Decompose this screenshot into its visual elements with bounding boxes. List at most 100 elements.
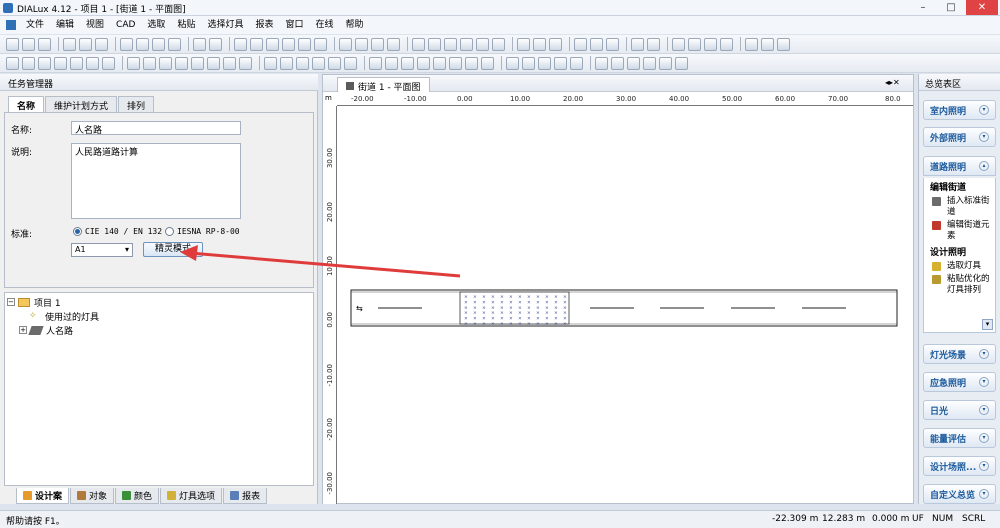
class-select[interactable]: A1 ▾ [71, 243, 133, 257]
measure-icon[interactable] [369, 56, 382, 70]
tab-objects[interactable]: 对象 [70, 488, 115, 504]
hand-icon[interactable] [312, 56, 325, 70]
color-icon[interactable] [460, 37, 473, 51]
spiral-icon[interactable] [643, 56, 656, 70]
calc-icon[interactable] [549, 37, 562, 51]
light-icon[interactable] [533, 37, 546, 51]
description-textarea[interactable]: 人民路道路计算 [71, 143, 241, 219]
maximize-button[interactable]: □ [938, 0, 964, 15]
undo-icon[interactable] [193, 37, 206, 51]
info-icon[interactable] [647, 37, 660, 51]
wizard-mode-button[interactable]: 精灵模式 [143, 242, 203, 257]
menu-cad[interactable]: CAD [110, 16, 141, 34]
pencil-icon[interactable] [720, 37, 733, 51]
line-icon[interactable] [595, 56, 608, 70]
tab-reports[interactable]: 报表 [223, 488, 268, 504]
tab-luminaire-options[interactable]: 灯具选项 [160, 488, 223, 504]
pan-icon[interactable] [355, 37, 368, 51]
section-daylight[interactable]: 日光 ▾ [923, 400, 996, 420]
menu-select[interactable]: 选取 [141, 16, 171, 34]
view-3d-icon[interactable] [234, 37, 247, 51]
edit-street-elements-link[interactable]: 编辑街道元素 [924, 219, 995, 243]
object-cube-icon[interactable] [412, 37, 425, 51]
view-side-icon[interactable] [282, 37, 295, 51]
table-icon[interactable] [506, 56, 519, 70]
red-a-icon[interactable] [127, 56, 140, 70]
minimize-button[interactable]: – [910, 0, 936, 15]
texture-icon[interactable] [444, 37, 457, 51]
tab-colors[interactable]: 颜色 [115, 488, 160, 504]
cut-icon[interactable] [120, 37, 133, 51]
object-box-icon[interactable] [428, 37, 441, 51]
red-h-icon[interactable] [239, 56, 252, 70]
move-tool-icon[interactable] [22, 56, 35, 70]
view-front-icon[interactable] [266, 37, 279, 51]
shape-a-icon[interactable] [401, 56, 414, 70]
select-luminaire-link[interactable]: 选取灯具 [924, 260, 995, 273]
tree-icon[interactable] [554, 56, 567, 70]
section-custom[interactable]: 自定义总览 ▾ [923, 484, 996, 504]
grid-b-icon[interactable] [590, 37, 603, 51]
new-icon[interactable] [6, 37, 19, 51]
tab-arrangement[interactable]: 排列 [118, 96, 155, 112]
pointer-icon[interactable] [264, 56, 277, 70]
menu-view[interactable]: 视图 [80, 16, 110, 34]
doc-icon[interactable] [672, 37, 685, 51]
shape-b-icon[interactable] [417, 56, 430, 70]
folder-icon[interactable] [385, 56, 398, 70]
mirror-tool-icon[interactable] [70, 56, 83, 70]
tab-design[interactable]: 设计案 [16, 488, 70, 504]
menu-file[interactable]: 文件 [20, 16, 50, 34]
menu-select-luminaire[interactable]: 选择灯具 [201, 16, 249, 34]
layout-a-icon[interactable] [745, 37, 758, 51]
menu-edit[interactable]: 编辑 [50, 16, 80, 34]
brush-icon[interactable] [492, 37, 505, 51]
pattern-icon[interactable] [675, 56, 688, 70]
zoom-window-icon[interactable] [314, 37, 327, 51]
scale-tool-icon[interactable] [38, 56, 51, 70]
walk-icon[interactable] [371, 37, 384, 51]
tree-node-used-luminaires[interactable]: ✧ 使用过的灯具 [29, 309, 99, 323]
shape-f-icon[interactable] [481, 56, 494, 70]
zoom-in-icon[interactable] [328, 56, 341, 70]
insert-standard-street-link[interactable]: 插入标准街道 [924, 195, 995, 219]
scroll-down-icon[interactable]: ▾ [982, 319, 993, 330]
tab-nav-icon[interactable]: ◂▸✕ [885, 78, 900, 87]
settings-icon[interactable] [631, 37, 644, 51]
sphere-icon[interactable] [517, 37, 530, 51]
tab-maintenance[interactable]: 维护计划方式 [45, 96, 118, 112]
app-menu-icon[interactable] [6, 20, 16, 30]
section-energy[interactable]: 能量评估 ▾ [923, 428, 996, 448]
open-icon[interactable] [22, 37, 35, 51]
curve-icon[interactable] [627, 56, 640, 70]
print-icon[interactable] [63, 37, 76, 51]
array-tool-icon[interactable] [102, 56, 115, 70]
grid-c-icon[interactable] [606, 37, 619, 51]
tab-name[interactable]: 名称 [8, 96, 45, 112]
pen-icon[interactable] [476, 37, 489, 51]
zoom-fit-icon[interactable] [298, 37, 311, 51]
section-sports[interactable]: 设计场照... ▾ [923, 456, 996, 476]
section-indoor[interactable]: 室内照明 ▾ [923, 100, 996, 120]
shape-c-icon[interactable] [433, 56, 446, 70]
view-plan-icon[interactable] [250, 37, 263, 51]
expand-icon[interactable]: + [19, 326, 27, 334]
shape-e-icon[interactable] [465, 56, 478, 70]
red-d-icon[interactable] [175, 56, 188, 70]
redo-icon[interactable] [209, 37, 222, 51]
red-e-icon[interactable] [191, 56, 204, 70]
split-icon[interactable] [570, 56, 583, 70]
name-input[interactable]: 人名路 [71, 121, 241, 136]
copy-icon[interactable] [136, 37, 149, 51]
align-tool-icon[interactable] [86, 56, 99, 70]
section-light-scenes[interactable]: 灯光场景 ▾ [923, 344, 996, 364]
toolbar-more-icon[interactable] [387, 37, 400, 51]
orbit-icon[interactable] [296, 56, 309, 70]
fly-icon[interactable] [344, 56, 357, 70]
iesna-radio[interactable] [165, 227, 174, 236]
paste-icon[interactable] [152, 37, 165, 51]
section-outdoor[interactable]: 外部照明 ▾ [923, 127, 996, 147]
grid-a-icon[interactable] [574, 37, 587, 51]
section-emergency[interactable]: 应急照明 ▾ [923, 372, 996, 392]
menu-online[interactable]: 在线 [310, 16, 340, 34]
